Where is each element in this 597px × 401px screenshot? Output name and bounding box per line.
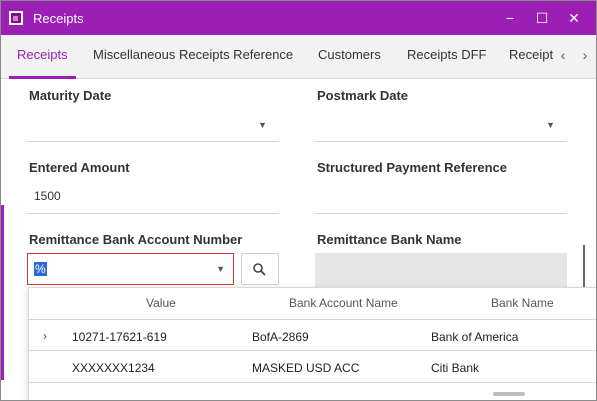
maturity-date-label: Maturity Date xyxy=(29,88,112,103)
entered-amount-underline xyxy=(27,213,279,214)
tab-bar: Receipts Miscellaneous Receipts Referenc… xyxy=(1,35,596,79)
remittance-bank-account-number-value: % xyxy=(34,262,47,276)
remittance-bank-account-number-input[interactable]: % ▼ xyxy=(27,253,234,285)
tab-miscellaneous-receipts-reference[interactable]: Miscellaneous Receipts Reference xyxy=(93,35,293,79)
postmark-date-label: Postmark Date xyxy=(317,88,409,103)
lookup-row-bank-name: Citi Bank xyxy=(431,361,480,375)
structured-payment-reference-label: Structured Payment Reference xyxy=(317,160,508,175)
postmark-date-underline xyxy=(315,141,567,142)
structured-payment-reference-underline xyxy=(315,213,567,214)
title-bar: Receipts − ☐ ✕ xyxy=(1,1,596,35)
minimize-button[interactable]: − xyxy=(494,10,526,26)
chevron-down-icon[interactable]: ▼ xyxy=(216,264,225,274)
app-icon xyxy=(9,11,23,25)
window-title: Receipts xyxy=(33,10,84,26)
column-header-bank-account-name: Bank Account Name xyxy=(289,296,398,310)
column-header-bank-name: Bank Name xyxy=(491,296,554,310)
tab-receipt-truncated[interactable]: Receipt xyxy=(509,35,553,79)
tab-customers[interactable]: Customers xyxy=(318,35,381,79)
lookup-row[interactable]: › 10271-17621-619 BofA-2869 Bank of Amer… xyxy=(29,319,596,351)
lookup-header: Value Bank Account Name Bank Name xyxy=(29,288,596,316)
remittance-bank-name-label: Remittance Bank Name xyxy=(317,232,462,247)
lookup-row-bank-name: Bank of America xyxy=(431,330,519,344)
tab-scroll-left-icon[interactable]: ‹ xyxy=(553,45,573,65)
entered-amount-input[interactable]: 1500 xyxy=(34,189,61,203)
entered-amount-label: Entered Amount xyxy=(29,160,130,175)
column-header-value: Value xyxy=(146,296,176,310)
remittance-bank-name-field xyxy=(315,253,567,289)
lookup-row-bank-account-name: MASKED USD ACC xyxy=(252,361,360,375)
vertical-scrollbar[interactable] xyxy=(579,80,589,295)
tab-receipts[interactable]: Receipts xyxy=(9,35,76,79)
horizontal-scroll-thumb[interactable] xyxy=(493,392,525,396)
lookup-row-value: XXXXXXX1234 xyxy=(72,361,155,375)
receipts-window: Receipts − ☐ ✕ Receipts Miscellaneous Re… xyxy=(0,0,597,401)
lookup-row[interactable]: XXXXXXX1234 MASKED USD ACC Citi Bank xyxy=(29,351,596,383)
maturity-date-dropdown-icon[interactable]: ▼ xyxy=(258,120,267,130)
bank-account-lookup-dropdown: Value Bank Account Name Bank Name › 1027… xyxy=(28,287,596,400)
maturity-date-underline xyxy=(27,141,279,142)
expand-row-icon[interactable]: › xyxy=(43,329,47,343)
tab-receipts-dff[interactable]: Receipts DFF xyxy=(407,35,486,79)
postmark-date-dropdown-icon[interactable]: ▼ xyxy=(546,120,555,130)
tab-scroll-right-icon[interactable]: › xyxy=(575,45,595,65)
close-button[interactable]: ✕ xyxy=(558,10,590,27)
search-icon xyxy=(253,263,266,276)
maximize-button[interactable]: ☐ xyxy=(526,10,558,27)
lookup-row-value: 10271-17621-619 xyxy=(72,330,167,344)
lookup-row-bank-account-name: BofA-2869 xyxy=(252,330,309,344)
form-content: Maturity Date ▼ Postmark Date ▼ Entered … xyxy=(1,80,596,400)
search-button[interactable] xyxy=(241,253,279,285)
accent-edge xyxy=(1,205,4,380)
remittance-bank-account-number-label: Remittance Bank Account Number xyxy=(29,232,243,247)
